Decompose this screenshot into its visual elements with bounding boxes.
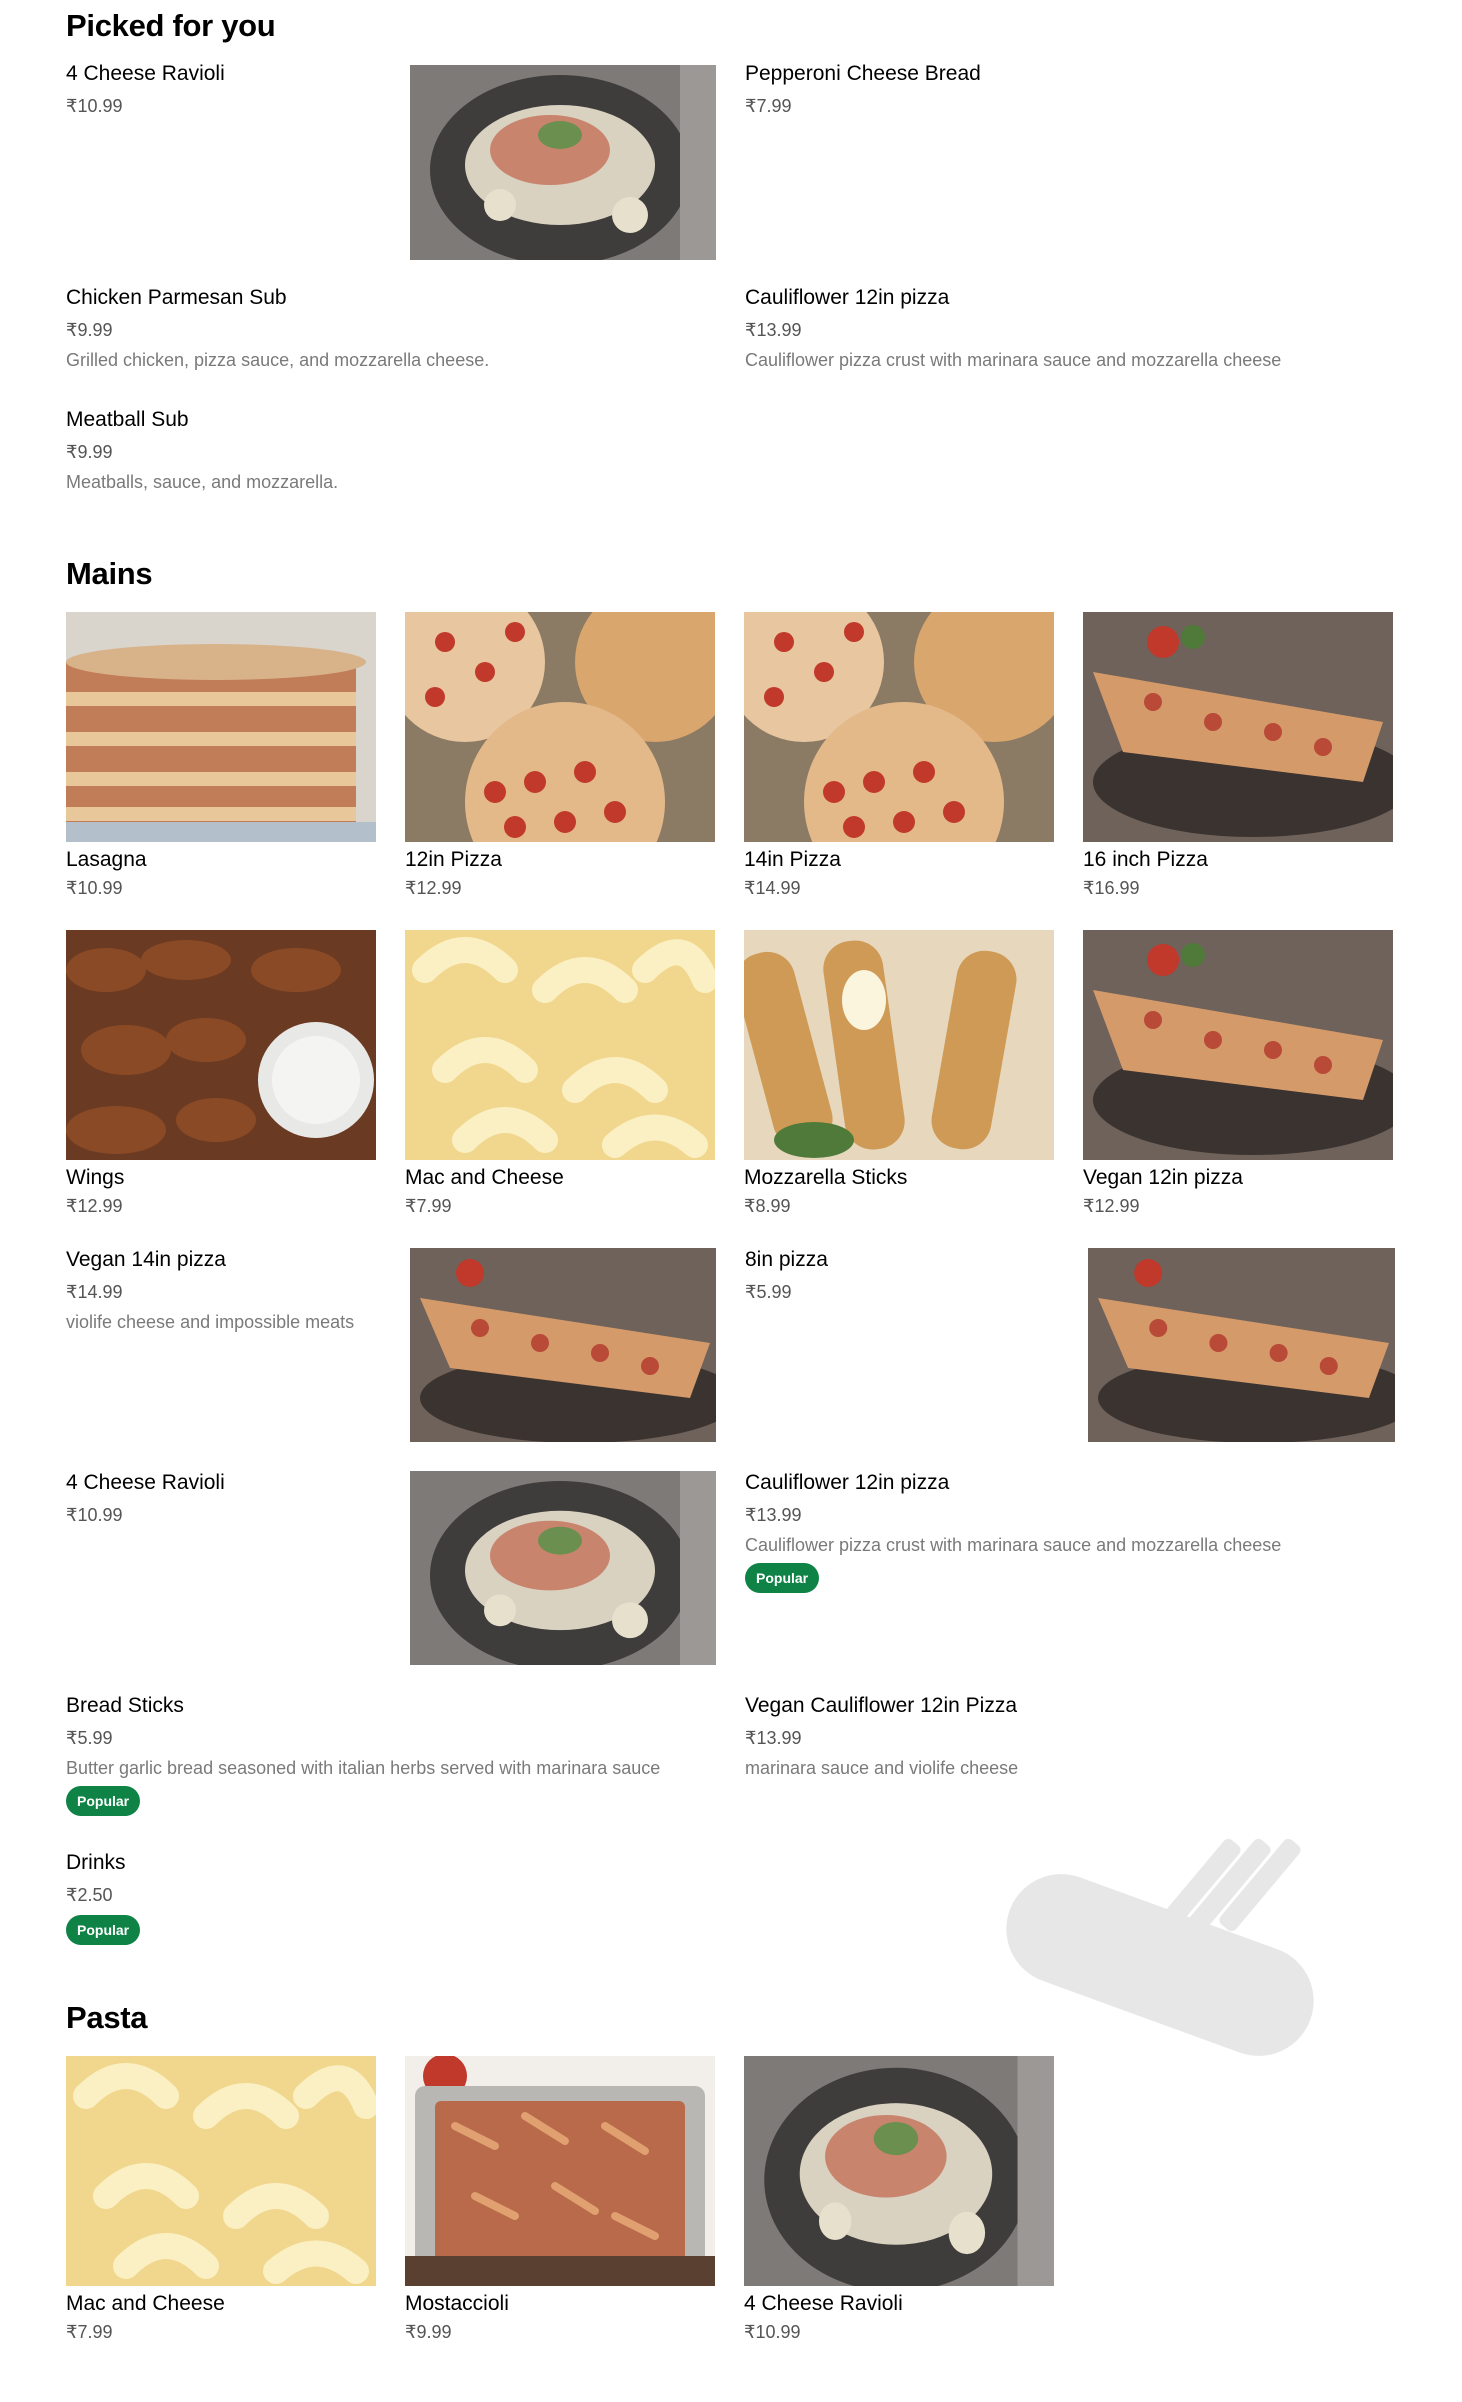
- menu-item-picked-ravioli[interactable]: 4 Cheese Ravioli ₹10.99: [66, 62, 716, 260]
- menu-item-picked-chicken-sub[interactable]: Chicken Parmesan Sub ₹9.99 Grilled chick…: [66, 286, 716, 376]
- ravioli-photo: [410, 1471, 716, 1665]
- menu-item-mains-drinks[interactable]: Drinks ₹2.50 Popular: [66, 1851, 716, 1946]
- item-description: Meatballs, sauce, and mozzarella.: [66, 472, 339, 492]
- item-price: ₹14.99: [66, 1282, 123, 1302]
- item-price: ₹9.99: [66, 320, 113, 340]
- item-price: ₹12.99: [405, 878, 462, 898]
- section-title-mains: Mains: [66, 556, 153, 591]
- item-title: Mostaccioli: [405, 2292, 509, 2315]
- item-price: ₹13.99: [745, 1505, 802, 1525]
- item-title: Mozzarella Sticks: [744, 1166, 908, 1189]
- menu-item-mains-12in-pizza[interactable]: 12in Pizza ₹12.99: [405, 612, 715, 902]
- item-description: Cauliflower pizza crust with marinara sa…: [745, 350, 1282, 370]
- pizza-slice-photo: [410, 1248, 716, 1442]
- item-price: ₹5.99: [66, 1728, 113, 1748]
- item-price: ₹10.99: [66, 878, 123, 898]
- item-price: ₹2.50: [66, 1885, 113, 1905]
- menu-item-picked-cauliflower[interactable]: Cauliflower 12in pizza ₹13.99 Cauliflowe…: [745, 286, 1395, 376]
- item-title: Vegan Cauliflower 12in Pizza: [745, 1694, 1017, 1717]
- item-title: 16 inch Pizza: [1083, 848, 1208, 871]
- item-price: ₹10.99: [66, 96, 123, 116]
- menu-item-mains-wings[interactable]: Wings ₹12.99: [66, 930, 376, 1220]
- item-title: 4 Cheese Ravioli: [66, 62, 225, 85]
- item-price: ₹12.99: [66, 1196, 123, 1216]
- menu-item-picked-meatball-sub[interactable]: Meatball Sub ₹9.99 Meatballs, sauce, and…: [66, 408, 716, 498]
- item-title: Bread Sticks: [66, 1694, 184, 1717]
- item-price: ₹13.99: [745, 320, 802, 340]
- item-title: Lasagna: [66, 848, 147, 871]
- item-title: Vegan 14in pizza: [66, 1248, 226, 1271]
- item-title: Chicken Parmesan Sub: [66, 286, 287, 309]
- item-description: violife cheese and impossible meats: [66, 1312, 355, 1332]
- menu-item-pasta-mac-and-cheese[interactable]: Mac and Cheese ₹7.99: [66, 2056, 376, 2346]
- menu-item-picked-pepperoni-bread[interactable]: Pepperoni Cheese Bread ₹7.99: [745, 62, 1395, 122]
- menu-item-mains-8in-pizza[interactable]: 8in pizza ₹5.99: [745, 1248, 1395, 1442]
- pizza-trio-photo: [405, 612, 715, 842]
- menu-item-mains-mac-and-cheese[interactable]: Mac and Cheese ₹7.99: [405, 930, 715, 1220]
- item-price: ₹12.99: [1083, 1196, 1140, 1216]
- menu-item-mains-bread-sticks[interactable]: Bread Sticks ₹5.99 Butter garlic bread s…: [66, 1694, 716, 1818]
- item-price: ₹10.99: [744, 2322, 801, 2342]
- item-title: Mac and Cheese: [405, 1166, 564, 1189]
- item-price: ₹16.99: [1083, 878, 1140, 898]
- popular-badge: Popular: [745, 1563, 820, 1593]
- item-title: Cauliflower 12in pizza: [745, 1471, 950, 1494]
- ravioli-photo: [410, 65, 716, 260]
- item-title: Meatball Sub: [66, 408, 189, 431]
- menu-item-mains-vegan-12in[interactable]: Vegan 12in pizza ₹12.99: [1083, 930, 1393, 1220]
- menu-item-pasta-mostaccioli[interactable]: Mostaccioli ₹9.99: [405, 2056, 715, 2346]
- item-price: ₹9.99: [66, 442, 113, 462]
- item-description: Cauliflower pizza crust with marinara sa…: [745, 1535, 1282, 1555]
- item-price: ₹9.99: [405, 2322, 452, 2342]
- menu-item-pasta-ravioli[interactable]: 4 Cheese Ravioli ₹10.99: [744, 2056, 1054, 2346]
- menu-item-mains-ravioli[interactable]: 4 Cheese Ravioli ₹10.99: [66, 1471, 716, 1665]
- item-title: 14in Pizza: [744, 848, 841, 871]
- item-title: Mac and Cheese: [66, 2292, 225, 2315]
- item-title: 8in pizza: [745, 1248, 828, 1271]
- menu-item-mains-vegan-cauliflower[interactable]: Vegan Cauliflower 12in Pizza ₹13.99 mari…: [745, 1694, 1395, 1784]
- mac-and-cheese-photo: [66, 2056, 376, 2286]
- item-title: Cauliflower 12in pizza: [745, 286, 950, 309]
- menu-item-mains-16in-pizza[interactable]: 16 inch Pizza ₹16.99: [1083, 612, 1393, 902]
- item-title: Vegan 12in pizza: [1083, 1166, 1243, 1189]
- wings-photo: [66, 930, 376, 1160]
- menu-item-mains-14in-pizza[interactable]: 14in Pizza ₹14.99: [744, 612, 1054, 902]
- mozzarella-sticks-photo: [744, 930, 1054, 1160]
- pizza-trio-photo: [744, 612, 1054, 842]
- item-description: Butter garlic bread seasoned with italia…: [66, 1758, 661, 1778]
- mostaccioli-tray-photo: [405, 2056, 715, 2286]
- item-price: ₹5.99: [745, 1282, 792, 1302]
- mac-and-cheese-photo: [405, 930, 715, 1160]
- section-title-pasta: Pasta: [66, 2000, 148, 2035]
- item-price: ₹13.99: [745, 1728, 802, 1748]
- item-price: ₹14.99: [744, 878, 801, 898]
- item-price: ₹7.99: [745, 96, 792, 116]
- item-title: Pepperoni Cheese Bread: [745, 62, 981, 85]
- lasagna-photo: [66, 612, 376, 842]
- ravioli-photo: [744, 2056, 1054, 2286]
- pizza-slice-photo: [1088, 1248, 1395, 1442]
- popular-badge: Popular: [66, 1786, 141, 1816]
- item-title: 4 Cheese Ravioli: [66, 1471, 225, 1494]
- menu-item-mains-cauliflower[interactable]: Cauliflower 12in pizza ₹13.99 Cauliflowe…: [745, 1471, 1395, 1593]
- item-price: ₹7.99: [405, 1196, 452, 1216]
- menu-item-mains-vegan-14in[interactable]: Vegan 14in pizza ₹14.99 violife cheese a…: [66, 1248, 716, 1442]
- section-title-picked: Picked for you: [66, 8, 276, 43]
- menu-item-mains-mozzarella-sticks[interactable]: Mozzarella Sticks ₹8.99: [744, 930, 1054, 1220]
- menu-item-mains-lasagna[interactable]: Lasagna ₹10.99: [66, 612, 376, 902]
- item-price: ₹8.99: [744, 1196, 791, 1216]
- item-price: ₹7.99: [66, 2322, 113, 2342]
- item-title: Drinks: [66, 1851, 126, 1874]
- pizza-slice-photo: [1083, 930, 1393, 1160]
- item-title: 12in Pizza: [405, 848, 502, 871]
- pizza-slice-photo: [1083, 612, 1393, 842]
- item-title: Wings: [66, 1166, 125, 1189]
- item-price: ₹10.99: [66, 1505, 123, 1525]
- item-title: 4 Cheese Ravioli: [744, 2292, 903, 2315]
- popular-badge: Popular: [66, 1915, 141, 1945]
- item-description: marinara sauce and violife cheese: [745, 1758, 1019, 1778]
- item-description: Grilled chicken, pizza sauce, and mozzar…: [66, 350, 490, 370]
